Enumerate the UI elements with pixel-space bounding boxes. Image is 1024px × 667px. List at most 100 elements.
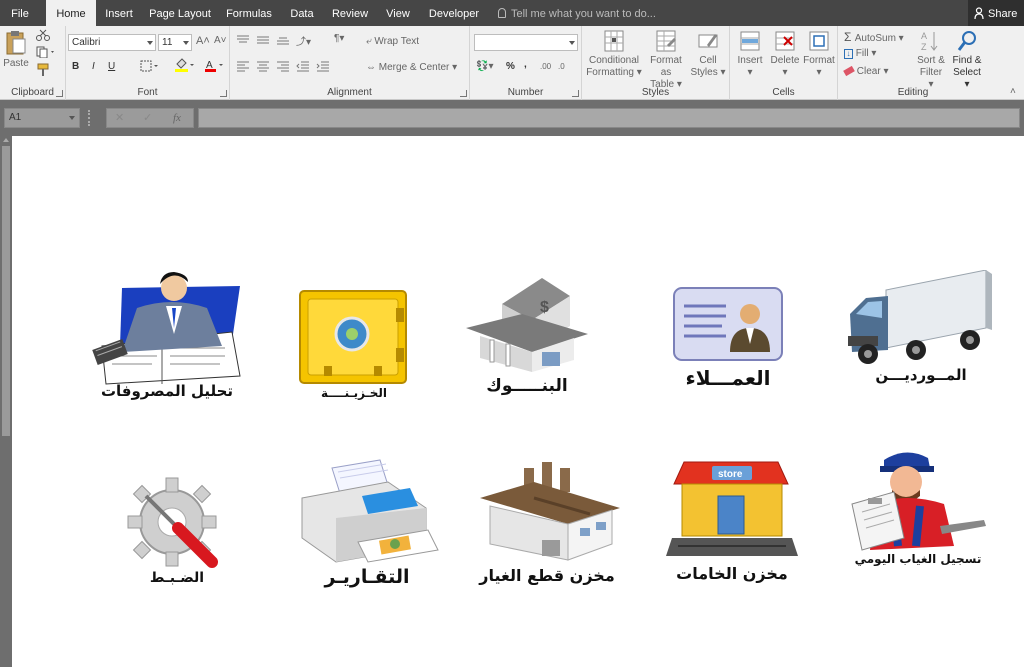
tab-review[interactable]: Review [328, 0, 372, 26]
font-size-select[interactable]: 11 [158, 34, 192, 51]
format-cells-button[interactable]: Format ▾ [802, 29, 836, 79]
decrease-indent-icon[interactable] [296, 60, 310, 72]
font-launcher-icon[interactable] [220, 90, 227, 97]
fill-button[interactable]: ↓ Fill ▾ [844, 48, 876, 59]
insert-cells-button[interactable]: Insert ▾ [734, 29, 766, 79]
tab-developer[interactable]: Developer [424, 0, 484, 26]
comma-button[interactable]: , [524, 59, 527, 70]
tile-settings-label: الضـبـط [149, 570, 205, 586]
tile-suppliers[interactable]: المــورديـــن [846, 270, 996, 398]
tile-customers[interactable]: العمـــلاء [668, 286, 788, 398]
sort-filter-button[interactable]: AZ Sort & Filter ▾ [916, 29, 946, 91]
shrink-font-button[interactable]: A˅ [214, 35, 227, 46]
italic-button[interactable]: I [92, 61, 95, 72]
tab-data[interactable]: Data [284, 0, 320, 26]
tile-reports[interactable]: التقـاريـر [292, 458, 442, 596]
borders-icon[interactable] [140, 60, 160, 72]
scrollbar-thumb[interactable] [2, 146, 10, 436]
paste-button[interactable]: Paste [3, 30, 29, 70]
format-as-table-label-1: Format as [650, 55, 682, 78]
alignment-launcher-icon[interactable] [460, 90, 467, 97]
align-bottom-icon[interactable] [276, 34, 290, 46]
orientation-button[interactable]: ⤴▾ [296, 33, 311, 48]
copy-icon[interactable] [36, 46, 56, 58]
conditional-formatting-label-2: Formatting [586, 67, 634, 78]
accounting-format-button[interactable]: 💱▾ [476, 61, 493, 72]
format-as-table-button[interactable]: Format as Table ▾ [644, 29, 688, 91]
tile-treasury[interactable]: الخـزيـنــــة [294, 286, 414, 406]
sheet-left-bar [0, 136, 12, 667]
tab-formulas[interactable]: Formulas [222, 0, 276, 26]
find-select-button[interactable]: Find & Select ▾ [950, 29, 984, 91]
name-box[interactable]: A1 [4, 108, 80, 128]
clear-button[interactable]: Clear ▾ [843, 65, 889, 77]
clipboard-group: Paste Clipboard [0, 26, 66, 100]
align-center-icon[interactable] [256, 60, 270, 72]
align-left-icon[interactable] [236, 60, 250, 72]
align-top-icon[interactable] [236, 34, 250, 46]
underline-button[interactable]: U [108, 61, 115, 72]
text-direction-button[interactable]: ¶▾ [334, 33, 344, 44]
accountant-icon [92, 272, 241, 385]
formula-bar: A1 ✕ ✓ fx [0, 100, 1024, 136]
clipboard-launcher-icon[interactable] [56, 90, 63, 97]
cut-icon[interactable] [36, 29, 50, 41]
format-painter-icon[interactable] [36, 63, 50, 77]
tile-banks[interactable]: $ البنـــــوك [462, 274, 592, 404]
delete-cells-button[interactable]: Delete ▾ [768, 29, 802, 79]
align-right-icon[interactable] [276, 60, 290, 72]
insert-function-button[interactable]: fx [173, 109, 181, 127]
enter-icon[interactable]: ✓ [143, 109, 152, 127]
cell-styles-button[interactable]: Cell Styles ▾ [690, 29, 726, 79]
number-launcher-icon[interactable] [572, 90, 579, 97]
splitter-handle[interactable] [88, 110, 92, 126]
number-label: Number [507, 87, 544, 98]
increase-indent-icon[interactable] [316, 60, 330, 72]
merge-icon: ⇔ [366, 62, 379, 73]
user-icon [974, 7, 984, 19]
tab-insert[interactable]: Insert [100, 0, 138, 26]
tell-me-box[interactable]: Tell me what you want to do... [498, 0, 656, 26]
tab-file[interactable]: File [4, 0, 36, 26]
decrease-decimal-button[interactable]: .0 [558, 62, 565, 71]
tab-page-layout[interactable]: Page Layout [146, 0, 214, 26]
font-name-value: Calibri [72, 37, 101, 48]
tab-view[interactable]: View [380, 0, 416, 26]
merge-center-label: Merge & Center [378, 62, 450, 73]
formula-input[interactable] [198, 108, 1020, 128]
align-middle-icon[interactable] [256, 34, 270, 46]
fill-color-icon[interactable] [174, 58, 196, 72]
cancel-icon[interactable]: ✕ [115, 109, 124, 127]
insert-cells-label: Insert [737, 55, 763, 66]
percent-button[interactable]: % [506, 61, 515, 72]
collapse-ribbon-icon[interactable]: ˄ [1010, 86, 1016, 97]
grow-font-button[interactable]: A˄ [196, 35, 210, 47]
tile-settings[interactable]: الضـبـط [122, 474, 232, 594]
increase-decimal-button[interactable]: .00 [540, 62, 551, 71]
wrap-text-button[interactable]: ⤶ Wrap Text [366, 36, 419, 47]
svg-text:store: store [718, 469, 743, 480]
tile-raw-materials[interactable]: store مخزن الخامات [662, 460, 802, 588]
tile-attendance[interactable]: تسجيل الغياب اليومي [844, 446, 992, 578]
tile-expenses[interactable]: تحليل المصروفات [92, 266, 242, 406]
cell-styles-icon [698, 34, 718, 48]
merge-center-button[interactable]: ⇔ Merge & Center ▾ [366, 62, 457, 73]
worksheet-canvas: تحليل المصروفات الخـزيـنــــة $ البنــــ… [12, 136, 1024, 667]
scroll-up-icon[interactable] [3, 138, 9, 142]
tab-home[interactable]: Home [46, 0, 96, 26]
formula-buttons: ✕ ✓ fx [106, 108, 194, 128]
number-format-select[interactable] [474, 34, 578, 51]
find-select-label-1: Find & [952, 55, 982, 66]
format-cells-label: Format [803, 55, 835, 66]
conditional-formatting-button[interactable]: Conditional Formatting ▾ [586, 29, 642, 79]
share-button[interactable]: Share [968, 0, 1024, 26]
tile-reports-label: التقـاريـر [324, 566, 410, 588]
tile-banks-label: البنـــــوك [486, 376, 568, 396]
font-color-icon[interactable]: A [204, 58, 226, 72]
bold-button[interactable]: B [72, 61, 79, 72]
font-name-select[interactable]: Calibri [68, 34, 156, 51]
autosum-button[interactable]: Σ AutoSum ▾ [844, 30, 904, 44]
tile-spare-parts[interactable]: مخزن قطع الغيار [472, 462, 622, 592]
chevron-down-icon [147, 41, 153, 45]
chevron-down-icon [69, 116, 75, 120]
